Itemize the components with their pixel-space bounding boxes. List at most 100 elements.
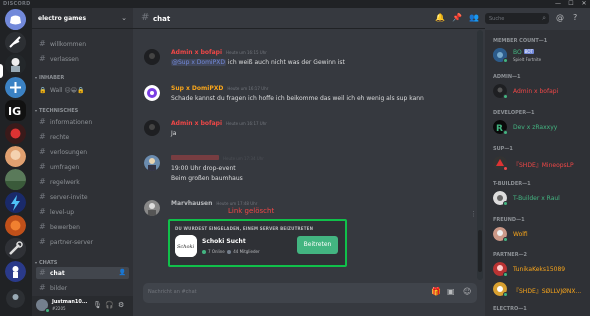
server-icon-ig[interactable]: IG <box>5 100 26 121</box>
gift-icon[interactable]: 🎁 <box>431 287 441 296</box>
server-icon-figure[interactable] <box>5 261 26 282</box>
server-icon-feather[interactable] <box>5 32 26 53</box>
guild-header[interactable]: electro games ⌄ <box>32 8 133 29</box>
category-label: INHABER <box>39 75 65 81</box>
message-content: 19:00 Uhr drop-event <box>171 165 236 172</box>
message-content: @Sup x DomiPXD ich weiß auch nicht was d… <box>171 59 345 66</box>
server-rail: IG <box>0 8 32 316</box>
channel-bewerben[interactable]: # bewerben <box>36 221 129 233</box>
message-content: Ja <box>171 130 177 137</box>
more-options-icon[interactable]: ⋮ <box>470 210 477 218</box>
member-category: MEMBER COUNT—1 <box>493 38 548 44</box>
member-activity: Spielt Fortnite <box>513 57 542 62</box>
avatar[interactable] <box>144 155 160 171</box>
message-author[interactable]: Admin x bofapi Heute um 16:15 Uhr <box>171 49 267 56</box>
mention-icon[interactable]: @ <box>556 13 564 22</box>
message-author[interactable]: Admin x bofapi Heute um 16:17 Uhr <box>171 120 267 127</box>
channel-verlosungen[interactable]: # verlosungen <box>36 146 129 158</box>
server-icon-orange[interactable] <box>5 215 26 236</box>
add-member-icon[interactable]: 👤 <box>119 269 126 276</box>
channel-regelwerk[interactable]: # regelwerk <box>36 176 129 188</box>
members-icon[interactable]: 👥 <box>469 13 479 22</box>
member-category: DEVELOPER—1 <box>493 110 535 116</box>
avatar[interactable] <box>144 120 160 136</box>
voice-channel-wall[interactable]: 🔒 Wall 😐😀🔒 <box>36 84 129 96</box>
hash-icon: # <box>39 283 46 292</box>
close-icon[interactable]: ✕ <box>578 0 590 8</box>
help-icon[interactable]: ? <box>573 13 577 22</box>
search-input[interactable]: Suche ⌕ <box>485 13 549 24</box>
user-panel: Justman10... #2205 🎙 🎧 ⚙ <box>32 296 133 316</box>
bot-badge: BOT <box>523 49 534 54</box>
server-icon-electro[interactable] <box>5 54 26 75</box>
channel-label: server-invite <box>50 194 88 201</box>
message-content: Schade kannst du fragen ich hoffe ich be… <box>171 95 424 102</box>
channel-level-up[interactable]: # level-up <box>36 206 129 218</box>
channel-chat[interactable]: # chat 👤 <box>36 267 129 279</box>
category-inhaber[interactable]: ▾ INHABER <box>35 75 64 81</box>
emoji-icon[interactable]: ☺ <box>463 287 471 296</box>
hash-icon: # <box>39 207 46 216</box>
status-online-icon <box>503 272 508 277</box>
hash-icon: # <box>141 12 150 23</box>
join-server-button[interactable]: Beitreten <box>297 236 338 254</box>
member-name[interactable]: Wolfi <box>513 231 528 238</box>
member-name[interactable]: 『SHDE』SØLLVJØNX... <box>513 286 581 295</box>
scrollbar-thumb[interactable] <box>478 230 482 272</box>
avatar[interactable] <box>144 49 160 65</box>
member-category: ADMIN—1 <box>493 74 521 80</box>
message-author[interactable]: Marvhausen Heute um 17:48 Uhr <box>171 200 257 207</box>
message-timestamp: Heute um 16:17 Uhr <box>227 86 269 91</box>
home-icon[interactable] <box>5 9 26 30</box>
member-name[interactable]: BO BOT <box>513 49 534 56</box>
member-name[interactable]: Admin x bofapi <box>513 88 558 95</box>
hash-icon: # <box>39 268 46 277</box>
channel-partner-server[interactable]: # partner-server <box>36 236 129 248</box>
channel-server-invite[interactable]: # server-invite <box>36 191 129 203</box>
category-chats[interactable]: ▾ CHATS <box>35 260 57 266</box>
avatar[interactable] <box>144 200 160 216</box>
invite-server-icon[interactable]: Schoki <box>175 235 197 257</box>
pin-icon[interactable]: 📌 <box>452 13 462 22</box>
channel-umfragen[interactable]: # umfragen <box>36 161 129 173</box>
channel-informationen[interactable]: # informationen <box>36 116 129 128</box>
member-name[interactable]: TunikaKeks15089 <box>513 266 565 273</box>
member-category: FREUND—1 <box>493 217 525 223</box>
channel-willkommen[interactable]: # willkommen <box>36 38 129 50</box>
hash-icon: # <box>39 162 46 171</box>
members-dot-icon <box>227 250 232 254</box>
user-mention[interactable]: @Sup x DomiPXD <box>171 59 226 66</box>
server-icon-lightning[interactable] <box>5 192 26 213</box>
microphone-icon[interactable]: 🎙 <box>93 301 102 309</box>
server-icon-anime[interactable] <box>5 146 26 167</box>
message-composer[interactable]: Nachricht an #chat 🎁 ▣ ☺ <box>143 283 477 303</box>
maximize-icon[interactable]: ☐ <box>565 0 577 8</box>
chat-header: # chat 🔔 📌 👥 Suche ⌕ <box>133 8 549 29</box>
minimize-icon[interactable]: — <box>552 0 564 8</box>
headphones-icon[interactable]: 🎧 <box>105 301 114 309</box>
hash-icon: # <box>39 177 46 186</box>
message-author[interactable]: Sup x DomiPXD Heute um 16:17 Uhr <box>171 85 268 92</box>
member-name[interactable]: T-Builder x Raul <box>513 195 560 202</box>
channel-bilder[interactable]: # bilder <box>36 282 129 294</box>
bell-icon[interactable]: 🔔 <box>435 13 445 22</box>
channel-verlassen[interactable]: # verlassen <box>36 53 129 65</box>
member-name[interactable]: Dev x zRaxxyy <box>513 124 557 131</box>
server-icon-landscape[interactable] <box>5 169 26 190</box>
avatar[interactable] <box>144 85 160 101</box>
gif-icon[interactable]: ▣ <box>447 287 455 296</box>
message-content: Beim großen baumhaus <box>171 175 243 182</box>
channel-title: chat <box>153 15 171 23</box>
gear-icon[interactable]: ⚙ <box>118 301 124 309</box>
hash-icon: # <box>39 54 46 63</box>
server-icon-red[interactable] <box>5 123 26 144</box>
channel-label: Wall 😐😀🔒 <box>50 87 85 94</box>
member-category: PARTNER—2 <box>493 252 528 258</box>
server-icon-bottom[interactable] <box>6 289 25 308</box>
add-server-icon[interactable] <box>5 77 26 98</box>
channel-rechte[interactable]: # rechte <box>36 131 129 143</box>
category-technisches[interactable]: ▾ TECHNISCHES <box>35 108 78 114</box>
server-icon-wrench[interactable] <box>5 238 26 259</box>
message-author[interactable]: Heute um 17:34 Uhr <box>171 155 264 162</box>
member-name[interactable]: 『SHDE』MineopsLP <box>513 160 574 169</box>
